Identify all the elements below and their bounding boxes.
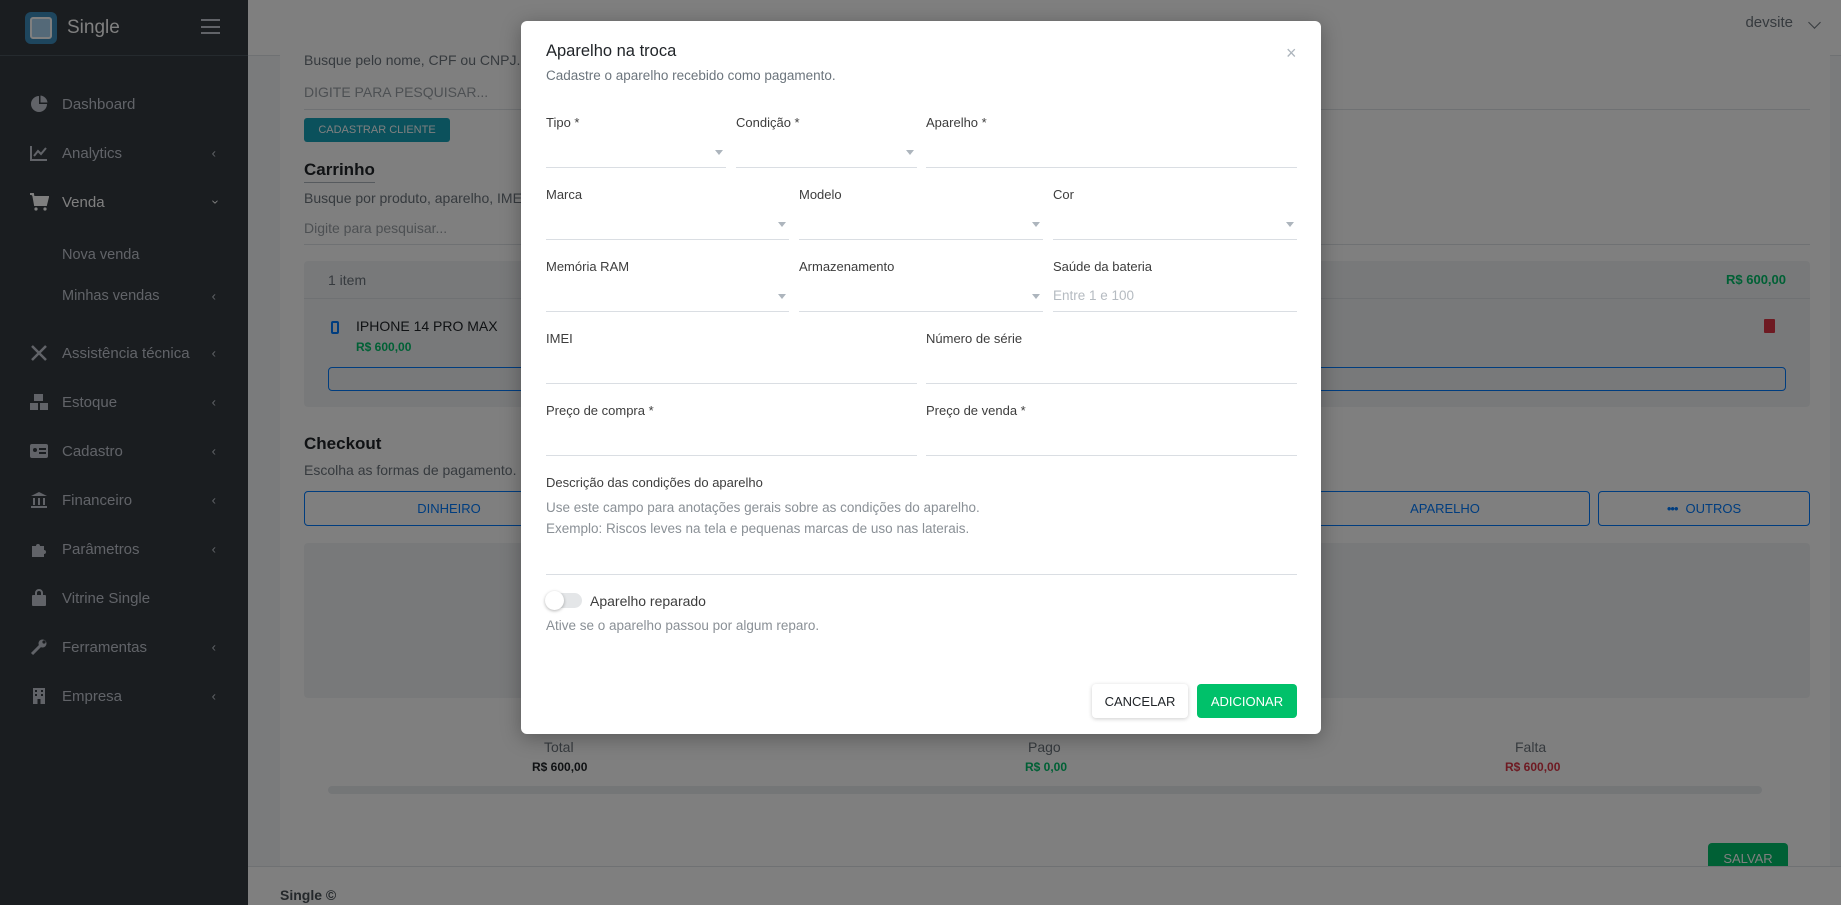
preco-compra-input[interactable] <box>546 455 917 456</box>
cor-label: Cor <box>1053 187 1074 202</box>
condicao-label: Condição * <box>736 115 800 130</box>
marca-select[interactable] <box>546 239 789 240</box>
caret-down-icon <box>778 222 786 227</box>
caret-down-icon <box>1286 222 1294 227</box>
caret-down-icon <box>906 150 914 155</box>
bateria-underline <box>1053 311 1297 312</box>
trade-in-modal: Aparelho na troca Cadastre o aparelho re… <box>521 21 1321 734</box>
caret-down-icon <box>778 294 786 299</box>
descricao-placeholder-line-2: Exemplo: Riscos leves na tela e pequenas… <box>546 521 970 536</box>
tipo-select[interactable] <box>546 167 726 168</box>
condicao-select[interactable] <box>736 167 917 168</box>
modal-title: Aparelho na troca <box>546 42 677 60</box>
serie-label: Número de série <box>926 331 1023 346</box>
imei-label: IMEI <box>546 331 573 346</box>
preco-venda-label: Preço de venda * <box>926 403 1026 418</box>
preco-venda-input[interactable] <box>926 455 1297 456</box>
ram-label: Memória RAM <box>546 259 630 274</box>
modal-subtitle: Cadastre o aparelho recebido como pagame… <box>546 68 836 83</box>
marca-label: Marca <box>546 187 583 202</box>
caret-down-icon <box>715 150 723 155</box>
aparelho-input[interactable] <box>926 167 1297 168</box>
tipo-label: Tipo * <box>546 115 580 130</box>
descricao-placeholder-line-1: Use este campo para anotações gerais sob… <box>546 500 980 515</box>
caret-down-icon <box>1032 294 1040 299</box>
imei-input[interactable] <box>546 383 917 384</box>
descricao-label: Descrição das condições do aparelho <box>546 475 763 490</box>
close-icon[interactable]: × <box>1286 43 1297 64</box>
ram-select[interactable] <box>546 311 789 312</box>
serie-input[interactable] <box>926 383 1297 384</box>
cor-select[interactable] <box>1053 239 1297 240</box>
bateria-input[interactable]: Entre 1 e 100 <box>1053 288 1134 303</box>
modelo-select[interactable] <box>799 239 1043 240</box>
descricao-textarea[interactable] <box>546 574 1297 575</box>
preco-compra-label: Preço de compra * <box>546 403 654 418</box>
bateria-label: Saúde da bateria <box>1053 259 1153 274</box>
reparado-label: Aparelho reparado <box>590 593 706 609</box>
add-button[interactable]: ADICIONAR <box>1197 684 1297 718</box>
modelo-label: Modelo <box>799 187 842 202</box>
caret-down-icon <box>1032 222 1040 227</box>
reparado-hint: Ative se o aparelho passou por algum rep… <box>546 618 820 633</box>
aparelho-label: Aparelho * <box>926 115 987 130</box>
armazenamento-label: Armazenamento <box>799 259 895 274</box>
armazenamento-select[interactable] <box>799 311 1043 312</box>
cancel-button[interactable]: CANCELAR <box>1092 684 1188 718</box>
reparado-toggle[interactable] <box>545 591 582 610</box>
